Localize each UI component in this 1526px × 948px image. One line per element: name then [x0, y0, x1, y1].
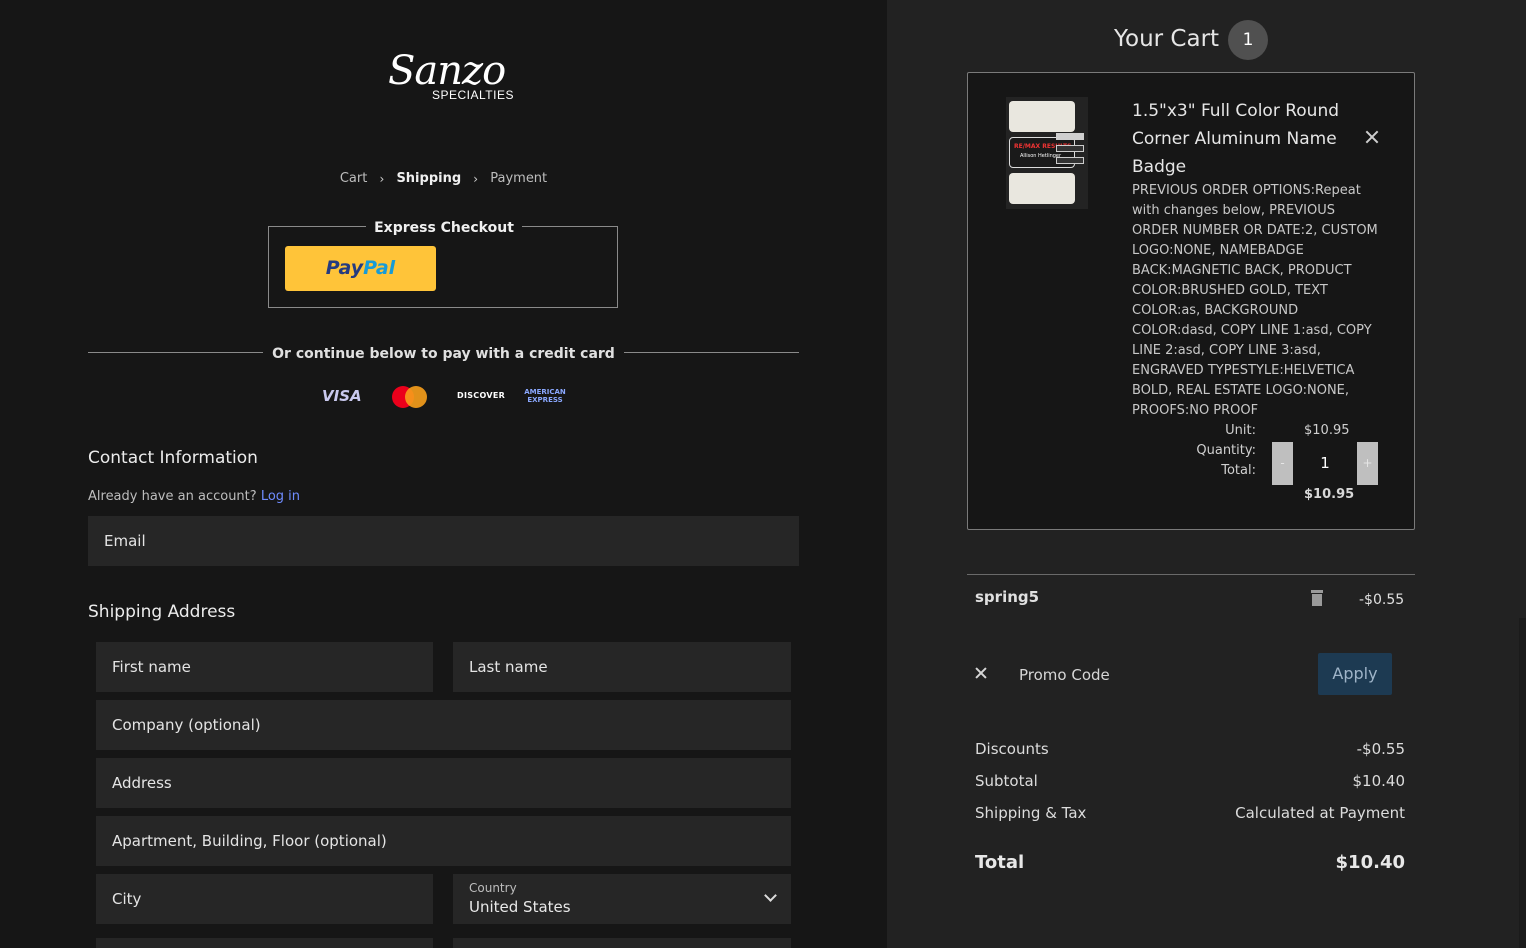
quantity-stepper: - 1 + [1272, 442, 1378, 485]
account-prompt: Already have an account? Log in [88, 489, 301, 504]
divider [967, 574, 1415, 575]
chevron-down-icon [764, 889, 777, 902]
item-name: 1.5"x3" Full Color Round Corner Aluminum… [1132, 101, 1340, 177]
first-name-field[interactable]: First name [96, 642, 433, 692]
apartment-field[interactable]: Apartment, Building, Floor (optional) [96, 816, 791, 866]
chevron-right-icon: › [379, 171, 385, 186]
express-checkout-box: Express Checkout PayPal [268, 220, 618, 308]
cart-title: Your Cart [1114, 26, 1220, 52]
logo-subtitle: SPECIALTIES [432, 88, 514, 102]
city-field[interactable]: City [96, 874, 433, 924]
remove-item-icon[interactable] [1364, 129, 1380, 145]
brand-logo[interactable]: Sanzo SPECIALTIES [384, 48, 524, 112]
applied-promo-code: spring5 [975, 588, 1040, 606]
company-field[interactable]: Company (optional) [96, 700, 791, 750]
decrease-quantity-button[interactable]: - [1272, 442, 1293, 485]
zip-field[interactable] [453, 938, 791, 948]
total-label: Total: [1221, 463, 1256, 478]
apply-button[interactable]: Apply [1318, 653, 1392, 695]
express-checkout-label: Express Checkout [366, 220, 522, 236]
unit-label: Unit: [1225, 423, 1256, 438]
last-name-field[interactable]: Last name [453, 642, 791, 692]
breadcrumb-cart[interactable]: Cart [340, 171, 368, 186]
item-total: $10.95 [1304, 487, 1355, 502]
promo-discount: -$0.55 [1359, 592, 1405, 608]
state-field[interactable] [96, 938, 433, 948]
country-label: Country [469, 881, 517, 895]
promo-code-input[interactable] [1003, 654, 1273, 696]
visa-icon: VISA [322, 387, 362, 405]
login-link[interactable]: Log in [261, 489, 300, 504]
email-field[interactable]: Email [88, 516, 799, 566]
product-variants-image [1056, 133, 1086, 169]
breadcrumb-shipping: Shipping [396, 171, 462, 186]
cart-panel: Your Cart 1 RE/MAX RESULTS Allison Hetli… [887, 0, 1526, 948]
cart-item: RE/MAX RESULTS Allison Hetlinger 1.5"x3"… [967, 72, 1415, 530]
or-continue-text: Or continue below to pay with a credit c… [263, 346, 624, 362]
payment-card-logos: VISA DISCOVER AMERICAN EXPRESS [322, 384, 572, 408]
breadcrumb: Cart › Shipping › Payment [0, 171, 887, 186]
country-select[interactable]: Country United States [453, 874, 791, 924]
item-options: PREVIOUS ORDER OPTIONS:Repeat with chang… [1132, 183, 1378, 418]
country-value: United States [469, 898, 571, 916]
checkout-form-panel: Sanzo SPECIALTIES Cart › Shipping › Paym… [0, 0, 887, 948]
chevron-right-icon: › [473, 171, 479, 186]
discover-icon: DISCOVER [457, 391, 506, 400]
cart-count-badge: 1 [1228, 20, 1268, 60]
contact-title: Contact Information [88, 448, 258, 468]
breadcrumb-payment: Payment [490, 171, 548, 186]
increase-quantity-button[interactable]: + [1357, 442, 1378, 485]
close-icon[interactable] [974, 666, 988, 680]
mastercard-icon [392, 384, 428, 408]
address-field[interactable]: Address [96, 758, 791, 808]
quantity-label: Quantity: [1196, 443, 1256, 458]
quantity-input[interactable]: 1 [1293, 442, 1357, 485]
scrollbar[interactable] [1519, 618, 1526, 948]
trash-icon[interactable] [1311, 590, 1323, 606]
paypal-button[interactable]: PayPal [285, 246, 436, 291]
unit-price: $10.95 [1304, 423, 1350, 438]
shipping-title: Shipping Address [88, 602, 236, 622]
amex-icon: AMERICAN EXPRESS [524, 388, 566, 404]
